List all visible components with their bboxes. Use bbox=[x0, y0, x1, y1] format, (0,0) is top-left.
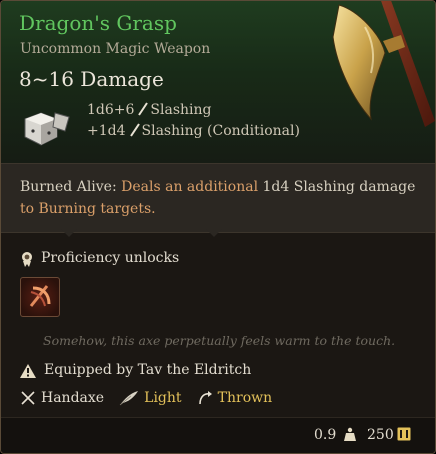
feather-icon bbox=[119, 390, 139, 405]
divider-notch bbox=[61, 229, 77, 237]
damage-dice: +1d4 bbox=[87, 123, 126, 139]
passive-text: Deals an additional bbox=[121, 179, 259, 195]
equipped-by: Equipped by Tav the Eldritch bbox=[44, 362, 252, 378]
weapon-properties: Handaxe Light Thrown bbox=[20, 387, 282, 407]
damage-line-2: +1d4 Slashing (Conditional) bbox=[87, 123, 300, 139]
proficiency-action-icon bbox=[29, 285, 51, 307]
thrown-icon bbox=[198, 390, 212, 404]
crossed-axes-icon bbox=[21, 390, 35, 405]
damage-type: Slashing bbox=[150, 102, 212, 118]
proficiency-label: Proficiency unlocks bbox=[41, 250, 180, 266]
divider-notch bbox=[206, 229, 222, 237]
property-thrown: Thrown bbox=[197, 390, 272, 406]
passive-name: Burned Alive: bbox=[20, 179, 117, 195]
warning-icon bbox=[20, 364, 36, 378]
dice-icon bbox=[24, 112, 70, 146]
item-price: 250 bbox=[367, 427, 394, 443]
axe-weapon-image bbox=[332, 1, 435, 127]
damage-dice: 1d6+6 bbox=[87, 102, 135, 118]
flavor-text: Somehow, this axe perpetually feels warm… bbox=[43, 333, 396, 348]
slashing-icon bbox=[129, 123, 140, 137]
passive-description: Burned Alive: Deals an additional 1d4 Sl… bbox=[20, 176, 420, 220]
item-rarity-type: Uncommon Magic Weapon bbox=[20, 41, 211, 57]
proficiency-icon bbox=[22, 252, 32, 267]
proficiency-action-tile[interactable] bbox=[20, 277, 60, 317]
damage-type: Slashing (Conditional) bbox=[141, 123, 300, 139]
damage-summary: 8~16 Damage bbox=[19, 67, 164, 91]
item-name: Dragon's Grasp bbox=[19, 11, 177, 35]
property-label: Thrown bbox=[217, 389, 273, 406]
gold-coin-icon bbox=[397, 427, 411, 441]
item-tooltip: Dragon's Grasp Uncommon Magic Weapon 8~1… bbox=[0, 0, 436, 454]
damage-line-1: 1d6+6 Slashing bbox=[87, 102, 212, 118]
slashing-icon bbox=[138, 102, 149, 116]
property-handaxe: Handaxe bbox=[20, 390, 104, 406]
property-label: Light bbox=[144, 389, 182, 406]
item-weight: 0.9 bbox=[314, 427, 337, 443]
property-label: Handaxe bbox=[41, 389, 105, 406]
property-light: Light bbox=[119, 389, 182, 406]
passive-text-end: to Burning targets. bbox=[20, 201, 156, 217]
passive-dice: 1d4 Slashing damage bbox=[262, 179, 416, 195]
weight-icon bbox=[344, 427, 356, 441]
